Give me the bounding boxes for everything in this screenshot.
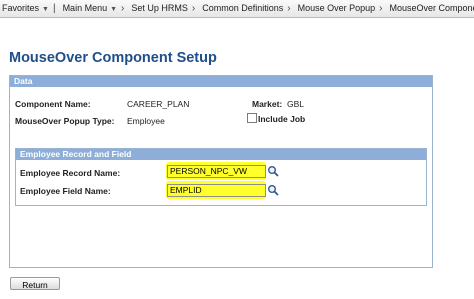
chevron-down-icon: ▼ <box>110 6 118 13</box>
page-title: MouseOver Component Setup <box>9 50 217 66</box>
lookup-icon[interactable] <box>267 184 279 196</box>
breadcrumb-favorites-label: Favorites <box>2 3 40 13</box>
breadcrumb-mouseover-component-setup[interactable]: MouseOver Component Setup <box>386 0 474 17</box>
breadcrumb-common-definitions-label: Common Definitions <box>202 3 284 13</box>
employee-record-label: Employee Record Name: <box>20 168 121 178</box>
breadcrumb-set-up-hrms[interactable]: Set Up HRMS <box>127 0 192 17</box>
breadcrumb-main-menu-label: Main Menu <box>62 3 108 13</box>
employee-record-input[interactable]: PERSON_NPC_VW <box>167 165 266 178</box>
include-job-label: Include Job <box>258 114 306 124</box>
return-button[interactable]: Return <box>10 277 60 290</box>
market-label: Market: <box>252 99 283 109</box>
include-job-checkbox[interactable] <box>247 113 257 123</box>
breadcrumb-mouse-over-popup-label: Mouse Over Popup <box>297 3 376 13</box>
employee-field-input[interactable]: EMPLID <box>167 184 266 197</box>
employee-section: Employee Record and Field Employee Recor… <box>15 148 427 206</box>
breadcrumb-set-up-hrms-label: Set Up HRMS <box>131 3 188 13</box>
breadcrumb-main-menu[interactable]: Main Menu ▼ <box>59 0 121 17</box>
popup-type-value: Employee <box>127 116 165 126</box>
data-section-header: Data <box>10 76 432 87</box>
breadcrumb-current-label: MouseOver Component Setup <box>389 3 474 13</box>
data-section: Data Component Name: CAREER_PLAN Market:… <box>9 75 433 268</box>
component-name-label: Component Name: <box>15 99 91 109</box>
popup-type-label: MouseOver Popup Type: <box>15 116 115 126</box>
component-name-value: CAREER_PLAN <box>127 99 190 109</box>
breadcrumb-favorites[interactable]: Favorites ▼ <box>0 0 53 17</box>
breadcrumb: Favorites ▼ | Main Menu ▼ › Set Up HRMS › Common… <box>0 0 474 18</box>
market-value: GBL <box>287 99 305 109</box>
employee-field-label: Employee Field Name: <box>20 186 111 196</box>
breadcrumb-mouse-over-popup[interactable]: Mouse Over Popup <box>294 0 380 17</box>
breadcrumb-common-definitions[interactable]: Common Definitions <box>198 0 287 17</box>
chevron-down-icon: ▼ <box>42 6 49 13</box>
employee-section-header: Employee Record and Field <box>16 149 426 160</box>
lookup-icon[interactable] <box>267 165 279 177</box>
